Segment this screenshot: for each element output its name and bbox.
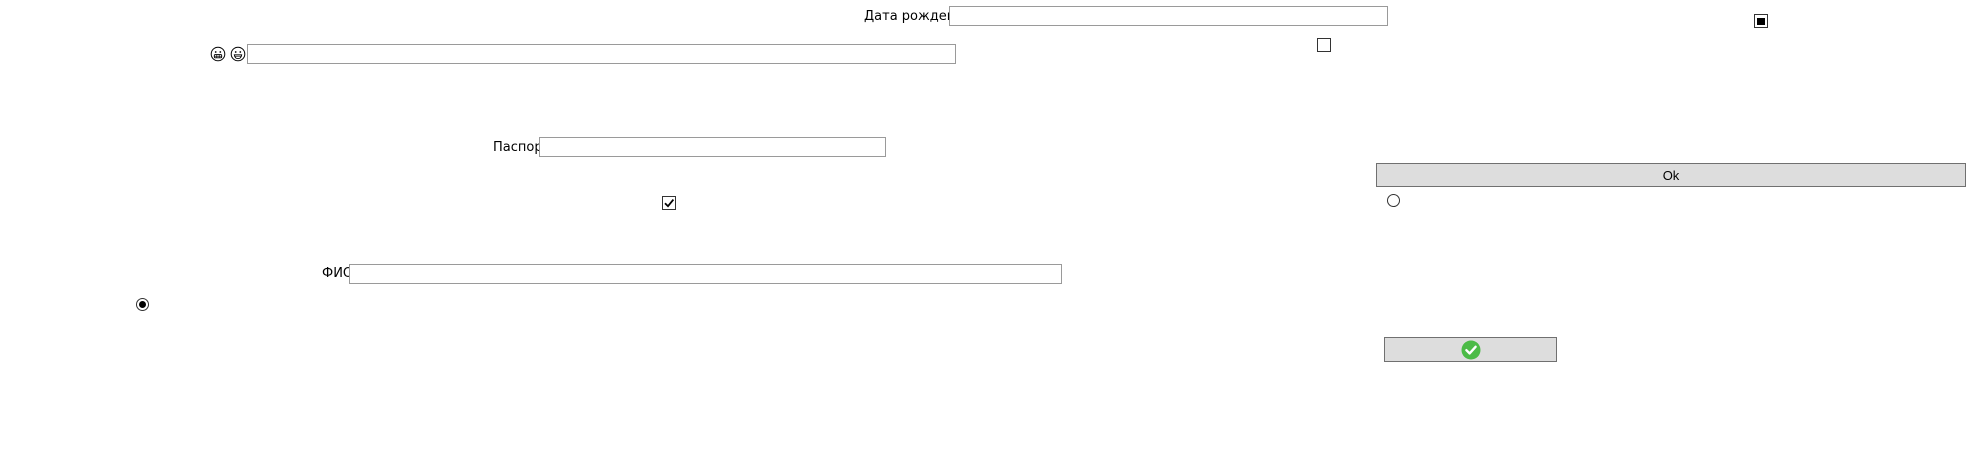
checkmark-icon	[664, 199, 675, 208]
unchecked-checkbox[interactable]	[1317, 38, 1331, 52]
green-checkmark-icon	[1461, 340, 1480, 359]
radio-button-selected[interactable]	[136, 298, 149, 311]
filled-square-checkbox[interactable]	[1754, 14, 1768, 28]
checkbox-fill-mark	[1757, 17, 1765, 25]
emoji-input[interactable]	[247, 44, 956, 64]
birth-date-input[interactable]	[949, 6, 1388, 26]
grinning-face-icon	[230, 46, 246, 62]
passport-input[interactable]	[539, 137, 886, 157]
confirm-button[interactable]	[1384, 337, 1557, 362]
grimacing-face-icon	[210, 46, 226, 62]
ok-button[interactable]: Ok	[1376, 163, 1966, 187]
checked-checkbox[interactable]	[662, 196, 676, 210]
full-name-input[interactable]	[349, 264, 1062, 284]
radio-button-unselected[interactable]	[1387, 194, 1400, 207]
radio-dot	[139, 301, 146, 308]
